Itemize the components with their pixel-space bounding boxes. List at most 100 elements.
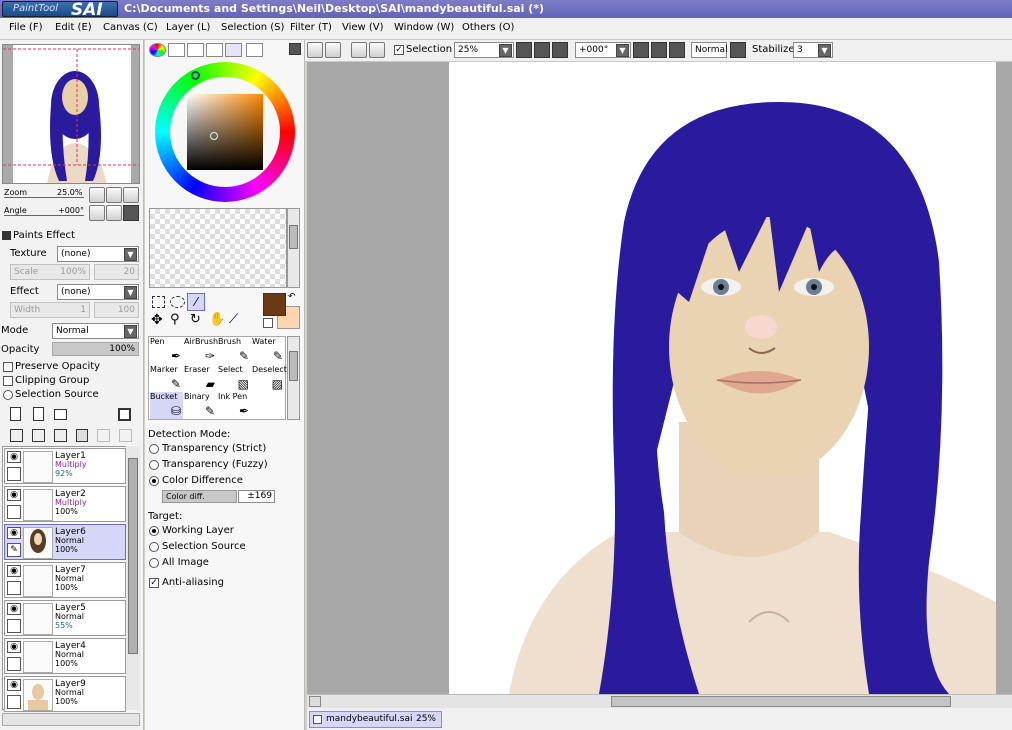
rect-select-icon[interactable]	[152, 296, 165, 308]
layer-lock-box[interactable]	[7, 695, 21, 709]
scroll-thumb[interactable]	[289, 225, 298, 249]
layer-item-layer1[interactable]: ◉ Layer1 Multiply 92%	[4, 448, 126, 484]
target-all-radio[interactable]	[149, 558, 159, 568]
zoom-tool-icon[interactable]: ⚲	[170, 313, 180, 327]
blend-mode-display[interactable]: Normal	[691, 42, 728, 58]
navigator-preview[interactable]	[2, 44, 140, 184]
stabilizer-select[interactable]: 3 ▼	[793, 42, 833, 58]
tool-airbrush[interactable]: AirBrush ✑	[184, 337, 218, 364]
detect-fuzzy-radio[interactable]	[149, 460, 159, 470]
tool-inkpen[interactable]: Ink Pen ✒	[218, 392, 251, 419]
sv-square[interactable]	[187, 94, 263, 170]
hand-icon[interactable]: ✋	[209, 313, 225, 327]
target-selection-radio[interactable]	[149, 542, 159, 552]
lasso-icon[interactable]	[170, 296, 185, 308]
eye-icon[interactable]: ◉	[7, 641, 21, 653]
layer-lock-box[interactable]	[7, 505, 21, 519]
menu-selection[interactable]: Selection (S)	[221, 22, 284, 33]
rotate-left-button[interactable]	[633, 42, 649, 58]
color-diff-value[interactable]: ±169	[238, 490, 275, 503]
merge-down-icon[interactable]	[32, 429, 45, 442]
clear-layer-icon[interactable]	[54, 429, 67, 442]
eye-icon[interactable]: ◉	[7, 679, 21, 691]
drawing-canvas[interactable]	[449, 62, 996, 694]
layer-lock-box[interactable]	[7, 581, 21, 595]
rotate-reset-button[interactable]	[123, 205, 139, 221]
swap-colors-icon[interactable]: ↶	[288, 292, 296, 302]
new-folder-icon[interactable]	[54, 409, 67, 420]
tool-select[interactable]: Select ▧	[218, 365, 251, 392]
layer-item-layer2[interactable]: ◉ Layer2 Multiply 100%	[4, 486, 126, 522]
rotate-reset-button[interactable]	[669, 42, 685, 58]
color-wheel-tab-icon[interactable]	[149, 43, 166, 57]
rotate-right-button[interactable]	[651, 42, 667, 58]
menu-layer[interactable]: Layer (L)	[166, 22, 210, 33]
menu-edit[interactable]: Edit (E)	[55, 22, 92, 33]
menu-filter[interactable]: Filter (T)	[290, 22, 332, 33]
detect-color-radio[interactable]	[149, 476, 159, 486]
tool-water[interactable]: Water ✎	[252, 337, 285, 364]
zoom-out-button[interactable]	[89, 187, 105, 203]
swatches-tab-icon[interactable]	[225, 43, 242, 57]
zoom-in-button[interactable]	[534, 42, 550, 58]
hue-cursor[interactable]	[191, 71, 200, 80]
tool-brush[interactable]: Brush ✎	[218, 337, 251, 364]
menu-view[interactable]: View (V)	[342, 22, 384, 33]
layer-item-layer9[interactable]: ◉ Layer9 Normal 100%	[4, 676, 126, 712]
tool-grid-scrollbar[interactable]	[287, 336, 300, 420]
eye-icon[interactable]: ◉	[7, 451, 21, 463]
angle-slider[interactable]	[4, 215, 84, 216]
layer-lock-box[interactable]	[7, 467, 21, 481]
eyedropper-icon[interactable]: ⟋	[229, 313, 238, 327]
flip-button[interactable]	[730, 42, 746, 58]
tool-pen[interactable]: Pen ✒	[150, 337, 183, 364]
layer-lock-box[interactable]	[7, 619, 21, 633]
canvas-hscrollbar[interactable]	[307, 694, 1012, 708]
zoom-slider[interactable]	[4, 197, 84, 198]
zoom-reset-button[interactable]	[123, 187, 139, 203]
scroll-left-button[interactable]	[309, 696, 321, 707]
menu-file[interactable]: File (F)	[9, 22, 42, 33]
color-mix-tab-icon[interactable]	[206, 43, 223, 57]
magic-wand-icon[interactable]: ⁄	[187, 293, 205, 311]
zoom-in-button[interactable]	[106, 187, 122, 203]
scratchpad-tab-icon[interactable]	[246, 43, 263, 57]
document-tab[interactable]: mandybeautiful.sai 25%	[309, 711, 442, 728]
tool-eraser[interactable]: Eraser ▰	[184, 365, 217, 392]
layer-hscrollbar[interactable]	[2, 713, 140, 726]
deselect-button[interactable]	[351, 42, 367, 58]
angle-select[interactable]: +000° ▼	[575, 42, 631, 58]
layer-mask-icon[interactable]	[118, 408, 131, 421]
zoom-out-button[interactable]	[516, 42, 532, 58]
eye-icon[interactable]: ◉	[7, 565, 21, 577]
trash-icon[interactable]	[76, 429, 88, 442]
blend-mode-select[interactable]: Normal ▼	[52, 323, 139, 339]
target-working-radio[interactable]	[149, 526, 159, 536]
layer-item-layer7[interactable]: ◉ Layer7 Normal 100%	[4, 562, 126, 598]
menu-canvas[interactable]: Canvas (C)	[103, 22, 158, 33]
rgb-slider-tab-icon[interactable]	[168, 43, 185, 57]
sv-cursor[interactable]	[210, 132, 218, 140]
preserve-opacity-checkbox[interactable]	[3, 362, 13, 372]
color-diff-slider[interactable]: Color diff.	[162, 490, 237, 503]
scroll-thumb[interactable]	[611, 696, 951, 707]
angle-value[interactable]: +000°	[58, 206, 84, 215]
layer-list-scrollbar[interactable]	[126, 446, 140, 710]
layer-item-layer5[interactable]: ◉ Layer5 Normal 55%	[4, 600, 126, 636]
detect-strict-radio[interactable]	[149, 444, 159, 454]
rotate-left-button[interactable]	[89, 205, 105, 221]
tool-marker[interactable]: Marker ✎	[150, 365, 183, 392]
new-linework-layer-icon[interactable]	[33, 407, 44, 421]
transfer-down-icon[interactable]	[10, 429, 23, 442]
menu-others[interactable]: Others (O)	[462, 22, 514, 33]
anti-aliasing-checkbox[interactable]: ✓	[149, 578, 159, 588]
selection-source-radio[interactable]	[3, 390, 13, 400]
new-layer-icon[interactable]	[10, 407, 21, 421]
tool-bucket[interactable]: Bucket ⛁	[150, 392, 183, 419]
rotate-tool-icon[interactable]: ↻	[190, 313, 201, 327]
primary-color-swatch-front[interactable]	[263, 293, 286, 316]
zoom-value[interactable]: 25.0%	[57, 188, 82, 197]
brush-lock-icon[interactable]: ✎	[7, 543, 21, 557]
undo-button[interactable]	[307, 42, 323, 58]
scroll-thumb[interactable]	[289, 351, 298, 381]
